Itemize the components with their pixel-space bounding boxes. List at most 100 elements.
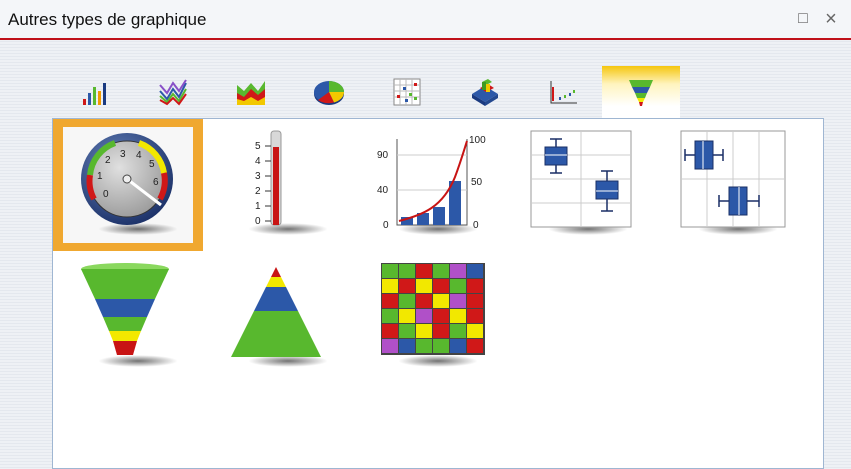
pyramid-icon — [231, 267, 321, 357]
heatmap-cell — [467, 309, 483, 323]
gauge-tick-2: 2 — [105, 155, 111, 166]
thermometer-tick-5: 5 — [255, 141, 261, 152]
pareto-left-tick-40: 40 — [377, 185, 389, 196]
tab-scatter-charts[interactable] — [368, 66, 446, 118]
heatmap-cell — [467, 279, 483, 293]
heatmap-cell — [433, 324, 449, 338]
heatmap-cell — [433, 339, 449, 353]
heatmap-cell — [450, 309, 466, 323]
chart-types-window: Autres types de graphique □ × 0 1 2 3 4 … — [0, 0, 851, 469]
gauge-tick-3: 3 — [120, 149, 126, 160]
window-title: Autres types de graphique — [8, 10, 207, 29]
pareto-right-tick-0: 0 — [473, 220, 479, 231]
tab-other-charts[interactable] — [602, 66, 680, 118]
bar-chart-icon — [83, 83, 106, 105]
gallery-item-box-plot-horizontal[interactable] — [653, 119, 803, 251]
heatmap-cell — [450, 339, 466, 353]
pareto-left-tick-90: 90 — [377, 150, 389, 161]
gauge-tick-5: 5 — [149, 159, 155, 170]
pareto-right-tick-50: 50 — [471, 177, 483, 188]
gallery-item-thermometer[interactable]: 5 4 3 2 1 0 — [203, 119, 353, 251]
heatmap-cell — [416, 279, 432, 293]
heatmap-cell — [416, 309, 432, 323]
thermometer-tick-4: 4 — [255, 156, 261, 167]
area-chart-icon — [237, 81, 265, 105]
heatmap-cell — [450, 279, 466, 293]
thermometer-tick-0: 0 — [255, 216, 261, 227]
pie-chart-icon — [314, 81, 345, 105]
heatmap-cell — [399, 264, 415, 278]
heatmap-cell — [399, 294, 415, 308]
gallery-item-gauge[interactable]: 0 1 2 3 4 5 6 — [53, 119, 203, 251]
funnel-icon — [81, 263, 169, 355]
thermometer-tick-1: 1 — [255, 201, 261, 212]
tab-bar-charts[interactable] — [56, 66, 134, 118]
gallery-item-pareto[interactable]: 90 40 0 100 50 0 — [353, 119, 503, 251]
pareto-right-tick-100: 100 — [469, 135, 486, 146]
heatmap-icon — [381, 263, 485, 355]
heatmap-cell — [416, 339, 432, 353]
gallery-item-heatmap-frame — [363, 259, 493, 375]
heatmap-cell — [433, 294, 449, 308]
tab-area-charts[interactable] — [212, 66, 290, 118]
heatmap-cell — [399, 279, 415, 293]
close-button[interactable]: × — [822, 9, 840, 29]
heatmap-cell — [467, 264, 483, 278]
gallery-item-gauge-frame: 0 1 2 3 4 5 6 — [63, 127, 193, 243]
heatmap-cell — [399, 309, 415, 323]
tab-line-charts[interactable] — [134, 66, 212, 118]
gallery-item-pyramid-frame — [213, 259, 343, 375]
line-chart-icon — [159, 79, 187, 106]
heatmap-cell — [467, 324, 483, 338]
gauge-tick-1: 1 — [97, 171, 103, 182]
gallery-item-heatmap[interactable] — [353, 251, 503, 383]
heatmap-cell — [382, 279, 398, 293]
heatmap-cell — [467, 294, 483, 308]
thermometer-icon: 5 4 3 2 1 0 — [255, 130, 282, 227]
heatmap-cell — [382, 324, 398, 338]
heatmap-cell — [382, 264, 398, 278]
gallery-item-box-plot-horizontal-frame — [663, 127, 793, 243]
tab-3d-charts[interactable] — [446, 66, 524, 118]
gauge-tick-6: 6 — [153, 177, 159, 188]
gallery-item-funnel[interactable] — [53, 251, 203, 383]
heatmap-cell — [450, 324, 466, 338]
heatmap-cell — [399, 339, 415, 353]
pareto-chart-icon: 90 40 0 100 50 0 — [377, 135, 486, 231]
thermometer-tick-2: 2 — [255, 186, 261, 197]
chart-gallery: 0 1 2 3 4 5 6 5 4 3 2 1 0 90 40 0 100 50… — [52, 118, 824, 469]
scatter-chart-icon — [393, 78, 421, 106]
heatmap-cell — [382, 339, 398, 353]
box-plot-horizontal-icon — [680, 130, 786, 228]
gauge-tick-4: 4 — [136, 150, 142, 161]
title-bar: Autres types de graphique □ × — [0, 0, 851, 40]
heatmap-cell — [433, 279, 449, 293]
heatmap-cell — [416, 264, 432, 278]
heatmap-cell — [467, 339, 483, 353]
3d-bar-chart-icon — [472, 79, 498, 106]
xy-chart-icon — [550, 81, 577, 104]
gallery-item-pyramid[interactable] — [203, 251, 353, 383]
gauge-tick-0: 0 — [103, 189, 109, 200]
heatmap-cell — [382, 294, 398, 308]
heatmap-cell — [433, 309, 449, 323]
tab-pie-charts[interactable] — [290, 66, 368, 118]
gallery-item-thermometer-frame: 5 4 3 2 1 0 — [213, 127, 343, 243]
gauge-icon: 0 1 2 3 4 5 6 — [81, 133, 173, 225]
chart-category-tabs — [56, 66, 680, 118]
gallery-item-pareto-frame: 90 40 0 100 50 0 — [363, 127, 493, 243]
gallery-item-box-plot-vertical[interactable] — [503, 119, 653, 251]
heatmap-cell — [416, 294, 432, 308]
heatmap-cell — [450, 294, 466, 308]
box-plot-vertical-icon — [530, 130, 632, 228]
gallery-item-box-plot-vertical-frame — [513, 127, 643, 243]
tab-xy-charts[interactable] — [524, 66, 602, 118]
heatmap-cell — [382, 309, 398, 323]
heatmap-cell — [416, 324, 432, 338]
heatmap-cell — [433, 264, 449, 278]
heatmap-cell — [399, 324, 415, 338]
restore-button[interactable]: □ — [794, 10, 812, 28]
heatmap-cell — [450, 264, 466, 278]
funnel-chart-icon — [629, 80, 653, 106]
pareto-left-tick-0: 0 — [383, 220, 389, 231]
